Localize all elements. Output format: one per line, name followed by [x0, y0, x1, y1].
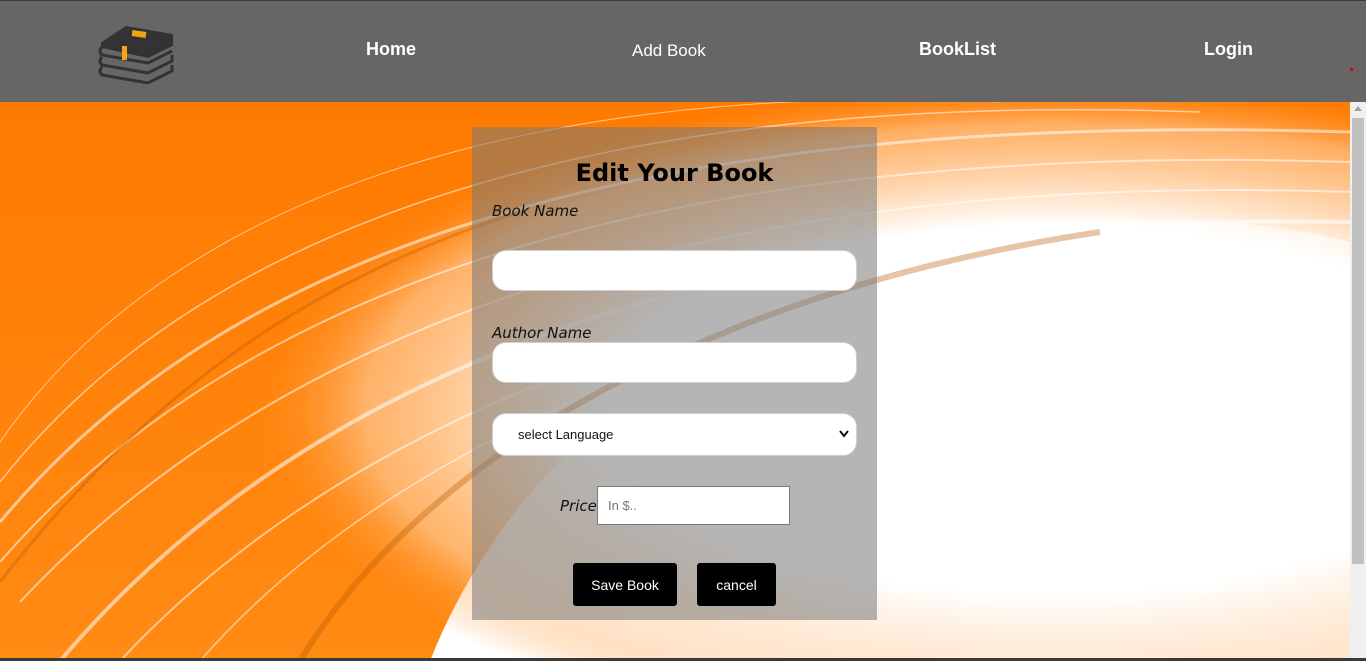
author-name-input[interactable] [492, 342, 857, 383]
vertical-scrollbar[interactable] [1350, 102, 1366, 661]
navbar: Home Add Book BookList Login [0, 0, 1366, 102]
nav-home-link[interactable]: Home [366, 39, 416, 60]
book-name-label: Book Name [492, 202, 579, 220]
chevron-down-icon [839, 430, 849, 438]
red-dot-marker [1350, 68, 1353, 71]
nav-add-book-link[interactable]: Add Book [632, 41, 706, 61]
language-select[interactable]: select Language [492, 413, 857, 456]
price-label: Price: [560, 497, 602, 515]
scrollbar-thumb[interactable] [1352, 118, 1364, 564]
edit-book-form: Edit Your Book Book Name Author Name sel… [472, 127, 877, 620]
books-stack-icon[interactable] [96, 19, 176, 85]
scroll-up-arrow-icon[interactable] [1354, 106, 1362, 111]
author-name-label: Author Name [492, 324, 592, 342]
form-title: Edit Your Book [575, 159, 774, 187]
nav-booklist-link[interactable]: BookList [919, 39, 996, 60]
book-name-input[interactable] [492, 250, 857, 291]
cancel-button[interactable]: cancel [697, 563, 776, 606]
price-input[interactable] [597, 486, 790, 525]
nav-login-link[interactable]: Login [1204, 39, 1253, 60]
save-book-button[interactable]: Save Book [573, 563, 677, 606]
language-select-value: select Language [518, 427, 614, 442]
